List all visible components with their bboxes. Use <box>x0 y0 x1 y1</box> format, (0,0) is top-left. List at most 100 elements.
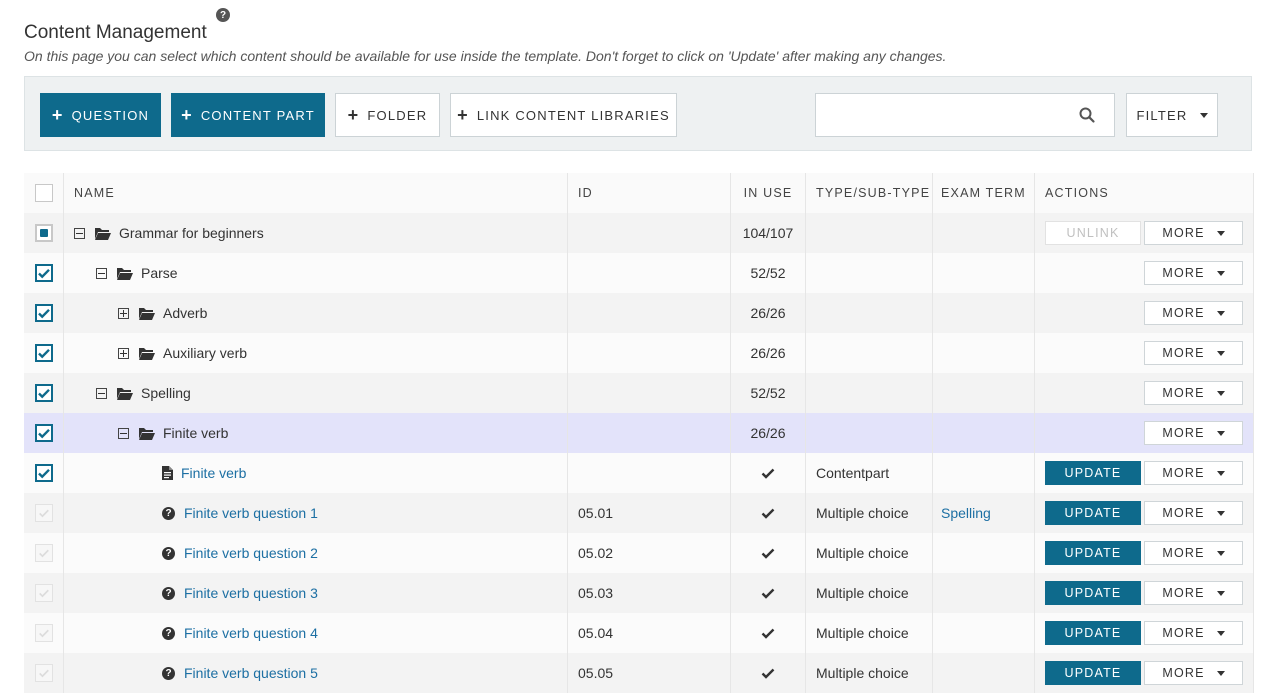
table-row[interactable]: Grammar for beginners 104/107 UNLINK MOR… <box>24 213 1254 253</box>
search-icon[interactable] <box>1078 106 1096 124</box>
checkmark-icon <box>38 629 49 638</box>
column-header-exam-term[interactable]: EXAM TERM <box>933 173 1035 213</box>
table-row[interactable]: Parse 52/52 MORE <box>24 253 1254 293</box>
question-icon: ? <box>162 626 175 640</box>
row-type: Multiple choice <box>806 533 933 573</box>
update-button[interactable]: UPDATE <box>1045 661 1141 685</box>
update-button[interactable]: UPDATE <box>1045 501 1141 525</box>
filter-button[interactable]: FILTER <box>1126 93 1218 137</box>
more-button[interactable]: MORE <box>1144 221 1243 245</box>
row-checkbox[interactable] <box>34 384 53 402</box>
plus-icon: + <box>181 105 193 125</box>
update-button[interactable]: UPDATE <box>1045 581 1141 605</box>
exam-term-link[interactable]: Spelling <box>941 505 991 521</box>
row-type <box>806 373 933 413</box>
link-content-libraries-button[interactable]: + LINK CONTENT LIBRARIES <box>450 93 677 137</box>
toolbar: + QUESTION + CONTENT PART + FOLDER + LIN… <box>24 76 1252 151</box>
table-row[interactable]: ? Finite verb question 1 05.01 Multiple … <box>24 493 1254 533</box>
collapse-icon[interactable] <box>96 267 107 279</box>
more-button[interactable]: MORE <box>1144 421 1243 445</box>
more-label: MORE <box>1162 346 1205 360</box>
table-row[interactable]: ? Finite verb question 5 05.05 Multiple … <box>24 653 1254 693</box>
column-header-name[interactable]: NAME <box>64 173 568 213</box>
table-row[interactable]: Finite verb 26/26 MORE <box>24 413 1254 453</box>
filter-label: FILTER <box>1136 107 1188 123</box>
row-id: 05.03 <box>568 573 731 613</box>
row-name-link[interactable]: Finite verb question 3 <box>184 585 318 601</box>
update-button[interactable]: UPDATE <box>1045 541 1141 565</box>
row-checkbox-disabled <box>34 504 53 522</box>
row-checkbox[interactable] <box>34 224 53 242</box>
row-in-use: 52/52 <box>731 373 806 413</box>
row-name-link[interactable]: Finite verb question 2 <box>184 545 318 561</box>
add-folder-label: FOLDER <box>367 107 428 123</box>
collapse-icon[interactable] <box>74 227 85 239</box>
in-use-check-icon <box>761 628 775 639</box>
column-header-id[interactable]: ID <box>568 173 731 213</box>
unlink-button[interactable]: UNLINK <box>1045 221 1141 245</box>
in-use-check-icon <box>761 588 775 599</box>
caret-down-icon <box>1216 430 1225 436</box>
more-button[interactable]: MORE <box>1144 301 1243 325</box>
select-all-checkbox[interactable] <box>34 184 53 202</box>
more-button[interactable]: MORE <box>1144 581 1243 605</box>
more-label: MORE <box>1162 626 1205 640</box>
help-icon[interactable]: ? <box>216 8 230 22</box>
page-title: Content Management <box>24 22 207 43</box>
expand-icon[interactable] <box>118 347 129 359</box>
table-row[interactable]: Adverb 26/26 MORE <box>24 293 1254 333</box>
row-checkbox[interactable] <box>34 424 53 442</box>
more-button[interactable]: MORE <box>1144 461 1243 485</box>
folder-open-icon <box>139 427 155 440</box>
more-label: MORE <box>1162 666 1205 680</box>
row-id <box>568 213 731 253</box>
add-question-button[interactable]: + QUESTION <box>40 93 161 137</box>
row-id <box>568 293 731 333</box>
link-content-libraries-label: LINK CONTENT LIBRARIES <box>476 107 670 123</box>
row-name-link[interactable]: Finite verb <box>181 465 246 481</box>
update-button[interactable]: UPDATE <box>1045 461 1141 485</box>
table-row[interactable]: ? Finite verb question 4 05.04 Multiple … <box>24 613 1254 653</box>
table-row[interactable]: ? Finite verb question 3 05.03 Multiple … <box>24 573 1254 613</box>
more-button[interactable]: MORE <box>1144 661 1243 685</box>
expand-icon[interactable] <box>118 307 129 319</box>
column-header-type[interactable]: TYPE/SUB-TYPE <box>806 173 933 213</box>
more-button[interactable]: MORE <box>1144 621 1243 645</box>
collapse-icon[interactable] <box>96 387 107 399</box>
collapse-icon[interactable] <box>118 427 129 439</box>
add-folder-button[interactable]: + FOLDER <box>335 93 440 137</box>
table-row[interactable]: Spelling 52/52 MORE <box>24 373 1254 413</box>
column-header-in-use[interactable]: IN USE <box>731 173 806 213</box>
add-content-part-button[interactable]: + CONTENT PART <box>171 93 325 137</box>
more-button[interactable]: MORE <box>1144 501 1243 525</box>
table-row[interactable]: ? Finite verb question 2 05.02 Multiple … <box>24 533 1254 573</box>
more-label: MORE <box>1162 426 1205 440</box>
row-checkbox[interactable] <box>34 464 53 482</box>
row-checkbox[interactable] <box>34 304 53 322</box>
add-question-label: QUESTION <box>71 107 150 123</box>
update-button[interactable]: UPDATE <box>1045 621 1141 645</box>
more-button[interactable]: MORE <box>1144 261 1243 285</box>
document-icon <box>162 466 173 480</box>
row-exam-term <box>933 533 1035 573</box>
more-button[interactable]: MORE <box>1144 381 1243 405</box>
row-name: Auxiliary verb <box>163 345 248 361</box>
row-name-link[interactable]: Finite verb question 1 <box>184 505 318 521</box>
row-checkbox[interactable] <box>34 344 53 362</box>
more-label: MORE <box>1162 266 1205 280</box>
page-subtitle: On this page you can select which conten… <box>24 48 947 64</box>
row-checkbox-disabled <box>34 664 53 682</box>
checkmark-icon <box>38 549 49 558</box>
table-row[interactable]: Auxiliary verb 26/26 MORE <box>24 333 1254 373</box>
caret-down-icon <box>1216 630 1225 636</box>
search-input[interactable] <box>824 94 1078 136</box>
row-checkbox[interactable] <box>34 264 53 282</box>
folder-open-icon <box>139 307 155 320</box>
more-button[interactable]: MORE <box>1144 341 1243 365</box>
table-row[interactable]: Finite verb Contentpart UPDATE MORE <box>24 453 1254 493</box>
row-checkbox-disabled <box>34 544 53 562</box>
row-name-link[interactable]: Finite verb question 4 <box>184 625 318 641</box>
row-name-link[interactable]: Finite verb question 5 <box>184 665 318 681</box>
checkmark-icon <box>37 268 50 279</box>
more-button[interactable]: MORE <box>1144 541 1243 565</box>
